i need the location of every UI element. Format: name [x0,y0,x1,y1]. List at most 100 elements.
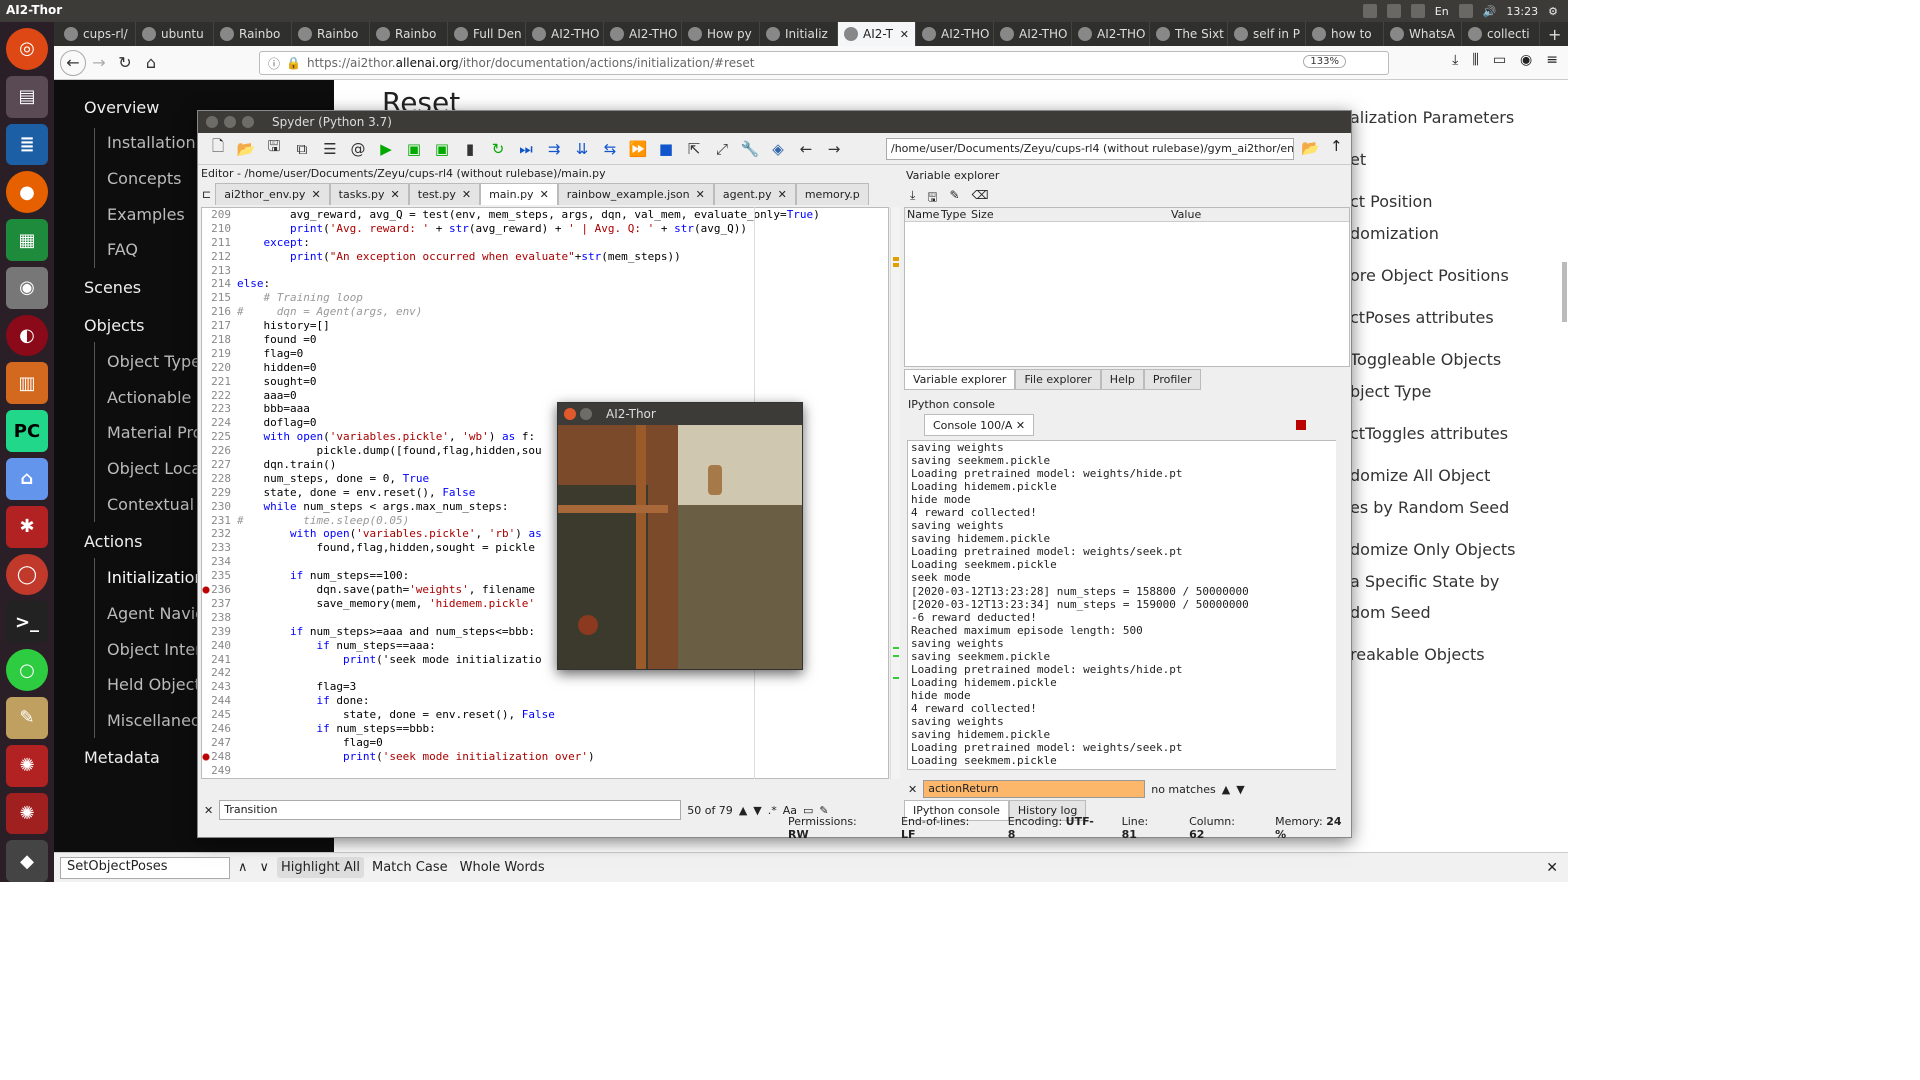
browse-tabs-icon[interactable]: ⊏ [198,184,215,205]
browse-folder-icon[interactable]: 📂 [1301,139,1320,157]
col-size[interactable]: Size [971,208,1171,221]
line-number[interactable]: 245 [202,708,235,722]
forward-arrow-icon[interactable]: → [824,139,844,159]
run-selection-icon[interactable]: ▮ [460,139,480,159]
back-icon[interactable]: ← [60,49,86,76]
close-window-icon[interactable] [564,408,576,420]
editor-tab[interactable]: memory.p [795,183,869,205]
browser-tab[interactable]: Full Den [448,22,526,46]
nav-object-location[interactable]: Object Locat [107,459,202,478]
toc-item[interactable]: domize Only Objects [1350,540,1515,559]
code-line[interactable]: 211 except: [202,236,888,250]
editor-tab[interactable]: rainbow_example.json ✕ [557,183,714,205]
editor-tab[interactable]: ai2thor_env.py ✕ [215,183,330,205]
step-into-icon[interactable]: ⇊ [572,139,592,159]
editor-tab[interactable]: tasks.py ✕ [329,183,409,205]
erase-icon[interactable]: ⌫ [972,188,989,209]
code-line[interactable]: 209 avg_reward, avg_Q = test(env, mem_st… [202,208,888,222]
line-number[interactable]: 236 [202,583,235,597]
toc-item[interactable]: ctPoses attributes [1350,308,1494,327]
close-tab-icon[interactable]: ✕ [391,188,400,201]
close-tab-icon[interactable]: ✕ [1016,419,1025,432]
editor-find-input[interactable]: Transition [219,800,682,820]
line-number[interactable]: 229 [202,486,235,500]
code-line[interactable]: 221 sought=0 [202,375,888,389]
writer-app-icon[interactable]: ≣ [6,123,48,166]
new-tab-icon[interactable]: + [1548,25,1561,44]
continue-icon[interactable]: ⏩ [628,139,648,159]
browser-tab[interactable]: AI2-THO [526,22,604,46]
browser-tab[interactable]: how to [1306,22,1384,46]
back-arrow-icon[interactable]: ← [796,139,816,159]
console-output[interactable]: saving weights saving seekmem.pickle Loadi… [907,440,1339,770]
close-find-icon[interactable]: ✕ [908,783,917,796]
code-line[interactable]: 218 found =0 [202,333,888,347]
line-number[interactable]: 230 [202,500,235,514]
pycharm-app-icon[interactable]: PC [6,410,48,453]
parent-dir-icon[interactable]: ↑ [1330,137,1343,155]
code-line[interactable]: 245 state, done = env.reset(), False [202,708,888,722]
editor-scrollbar[interactable] [890,207,900,779]
toc-item[interactable]: bject Type [1350,382,1431,401]
sidebar-icon[interactable]: ▭ [1493,52,1506,68]
line-number[interactable]: 216 [202,305,235,319]
find-previous-icon[interactable]: ▲ [1222,783,1230,796]
save-icon[interactable]: 🖫 [264,137,284,159]
minimize-window-icon[interactable] [224,116,236,128]
line-number[interactable]: 233 [202,541,235,555]
home-icon[interactable]: ⌂ [138,50,164,76]
line-number[interactable]: 221 [202,375,235,389]
line-number[interactable]: 237 [202,597,235,611]
toc-item[interactable]: a Specific State by [1350,572,1499,591]
settings-app-icon[interactable]: ✱ [6,505,48,548]
working-directory-field[interactable]: /home/user/Documents/Zeyu/cups-rl4 (with… [886,138,1294,160]
console-tab[interactable]: Console 100/A ✕ [924,414,1035,436]
at-icon[interactable]: @ [348,139,368,159]
run-cell-icon[interactable]: ▣ [404,139,424,159]
import-data-icon[interactable]: ⤓ [910,188,915,209]
line-number[interactable]: 213 [202,264,235,278]
spyder-app-icon[interactable]: ○ [6,649,48,691]
line-number[interactable]: 227 [202,458,235,472]
nav-held-object[interactable]: Held Object [107,675,202,694]
nav-contextual[interactable]: Contextual I [107,495,202,514]
toc-item[interactable]: ct Position [1350,192,1432,211]
code-line[interactable]: 249 [202,764,888,778]
nav-object-types[interactable]: Object Types [107,352,202,371]
line-number[interactable]: 232 [202,527,235,541]
library-icon[interactable]: ⫼ [1472,52,1478,68]
line-number[interactable]: 211 [202,236,235,250]
toc-item[interactable]: es by Random Seed [1350,498,1509,517]
line-number[interactable]: 219 [202,347,235,361]
list-icon[interactable]: ☰ [320,139,340,159]
info-icon[interactable]: ⓘ [268,55,280,72]
code-line[interactable]: 213 [202,264,888,278]
line-number[interactable]: 247 [202,736,235,750]
menu-icon[interactable]: ≡ [1546,52,1558,68]
editor-tab[interactable]: test.py ✕ [408,183,481,205]
browser-tab[interactable]: Rainbo [370,22,448,46]
code-line[interactable]: 247 flag=0 [202,736,888,750]
browser-tab[interactable]: Rainbo [214,22,292,46]
line-number[interactable]: 217 [202,319,235,333]
code-line[interactable]: 244 if done: [202,694,888,708]
debug-icon[interactable]: ⏭ [516,139,536,159]
calc-app-icon[interactable]: ▦ [6,219,48,261]
tab-file-explorer[interactable]: File explorer [1015,369,1101,390]
stop-kernel-icon[interactable] [1296,420,1306,430]
col-type[interactable]: Type [941,208,971,221]
step-return-icon[interactable]: ⇆ [600,139,620,159]
line-number[interactable]: 243 [202,680,235,694]
col-name[interactable]: Name [905,208,941,221]
maximize-window-icon[interactable] [242,116,254,128]
line-number[interactable]: 225 [202,430,235,444]
find-previous-icon[interactable]: ▲ [739,804,747,817]
account-icon[interactable]: ◉ [1520,52,1532,68]
code-line[interactable]: 210 print('Avg. reward: ' + str(avg_rewa… [202,222,888,236]
line-number[interactable]: 209 [202,208,235,222]
keyboard-layout[interactable]: En [1435,5,1449,18]
tab-variable-explorer[interactable]: Variable explorer [904,369,1016,390]
line-number[interactable]: 231 [202,514,235,528]
line-number[interactable]: 224 [202,416,235,430]
stop-debug-icon[interactable]: ■ [656,139,676,159]
